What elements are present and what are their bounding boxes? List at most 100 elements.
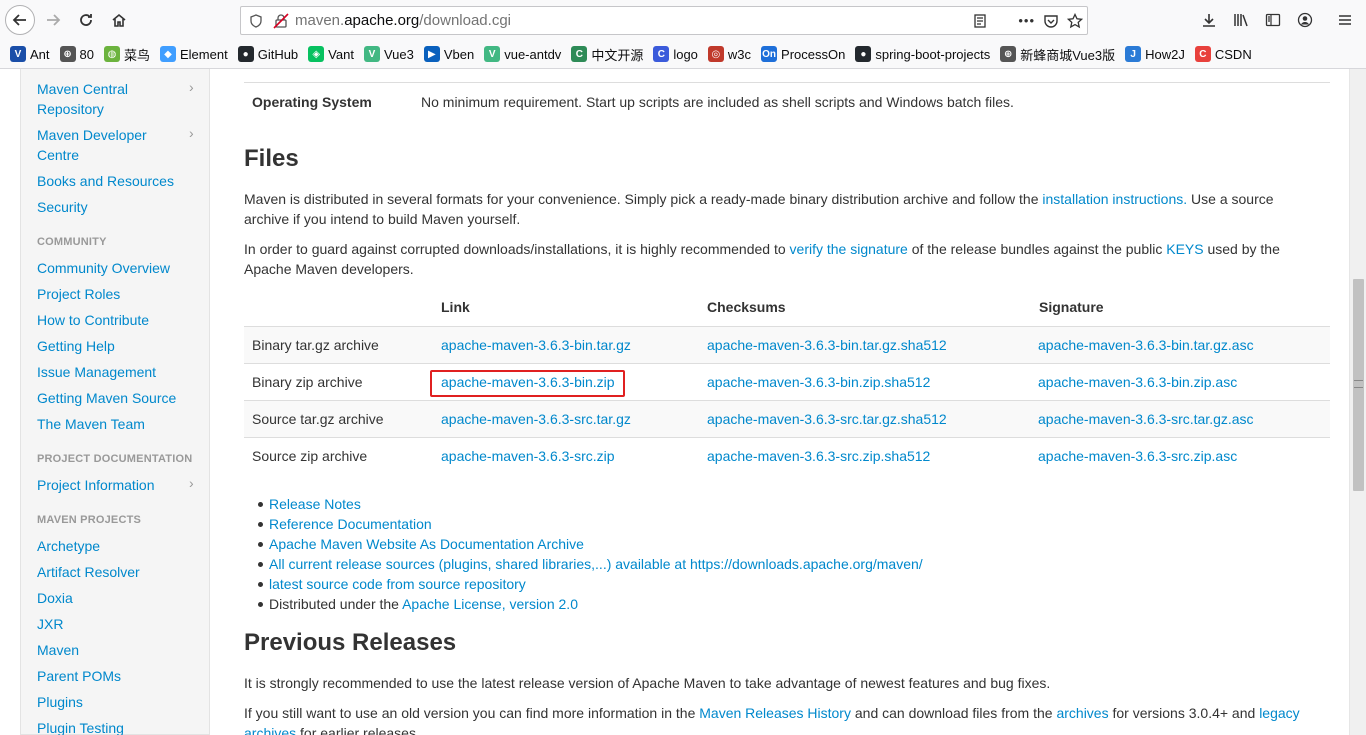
sidebar-item-plugin-testing[interactable]: Plugin Testing xyxy=(37,718,202,735)
sidebar-item-books-and-resources[interactable]: Books and Resources xyxy=(37,171,202,191)
sidebar-toggle-button[interactable] xyxy=(1260,5,1286,35)
sidebar-item-project-roles[interactable]: Project Roles xyxy=(37,284,202,304)
checksum-link[interactable]: apache-maven-3.6.3-src.zip.sha512 xyxy=(707,448,930,464)
bookmark-item[interactable]: V Vue3 xyxy=(363,46,414,62)
apache-license-link[interactable]: Apache License, version 2.0 xyxy=(402,596,578,612)
page-actions-icon[interactable]: ••• xyxy=(1018,13,1035,28)
url-text[interactable]: maven.apache.org/download.cgi xyxy=(295,12,511,29)
legacy-archives-link[interactable]: legacy xyxy=(1259,705,1299,721)
bookmark-item[interactable]: ◈ Vant xyxy=(308,46,354,62)
forward-button[interactable] xyxy=(38,5,68,35)
home-button[interactable] xyxy=(104,5,134,35)
bookmark-label: logo xyxy=(673,46,698,62)
bookmark-item[interactable]: ⊕ 80 xyxy=(59,46,94,62)
sidebar-item-doxia[interactable]: Doxia xyxy=(37,588,202,608)
pocket-icon[interactable] xyxy=(1043,13,1059,29)
signature-link[interactable]: apache-maven-3.6.3-src.zip.asc xyxy=(1038,448,1237,464)
bookmark-favicon-icon: ⊕ xyxy=(59,46,76,62)
installation-instructions-link[interactable]: installation instructions. xyxy=(1042,191,1187,207)
source-repository-link[interactable]: latest source code from source repositor… xyxy=(269,576,526,592)
text: Use a source xyxy=(1187,191,1274,207)
menu-button[interactable] xyxy=(1332,5,1358,35)
sidebar-item-plugins[interactable]: Plugins xyxy=(37,692,202,712)
sidebar-item-the-maven-team[interactable]: The Maven Team xyxy=(37,414,202,434)
checksum-link[interactable]: apache-maven-3.6.3-bin.zip.sha512 xyxy=(707,374,930,390)
download-link[interactable]: apache-maven-3.6.3-src.tar.gz xyxy=(441,411,631,427)
sidebar-item-community-overview[interactable]: Community Overview xyxy=(37,258,202,278)
legacy-archives-link-cont[interactable]: archives xyxy=(244,725,296,735)
chevron-right-icon[interactable]: › xyxy=(189,475,194,491)
bookmark-item[interactable]: ⊕ 新蜂商城Vue3版 xyxy=(1000,45,1115,64)
download-link-binary-zip[interactable]: apache-maven-3.6.3-bin.zip xyxy=(441,374,615,390)
sidebar-item-project-information[interactable]: Project Information xyxy=(37,475,202,495)
signature-link[interactable]: apache-maven-3.6.3-bin.zip.asc xyxy=(1038,374,1237,390)
sidebar-item-getting-maven-source[interactable]: Getting Maven Source xyxy=(37,388,202,408)
verify-signature-link[interactable]: verify the signature xyxy=(790,241,908,257)
sidebar-item-maven-developer-centre[interactable]: Maven Developer Centre xyxy=(37,125,202,165)
bookmark-item[interactable]: C 中文开源 xyxy=(571,45,643,64)
bookmark-item[interactable]: ◍ 菜鸟 xyxy=(103,45,150,64)
sidebar-item-maven[interactable]: Maven xyxy=(37,640,202,660)
bookmark-item[interactable]: ▶ Vben xyxy=(423,46,475,62)
sidebar-item-security[interactable]: Security xyxy=(37,197,202,217)
sidebar-item-how-to-contribute[interactable]: How to Contribute xyxy=(37,310,202,330)
sidebar-item-archetype[interactable]: Archetype xyxy=(37,536,202,556)
download-link[interactable]: apache-maven-3.6.3-bin.tar.gz xyxy=(441,337,631,353)
release-sources-link[interactable]: All current release sources (plugins, sh… xyxy=(269,556,923,572)
download-link[interactable]: apache-maven-3.6.3-src.zip xyxy=(441,448,615,464)
bookmark-item[interactable]: On ProcessOn xyxy=(761,46,845,62)
files-heading: Files xyxy=(244,145,299,172)
bookmark-item[interactable]: Vvue-antdv xyxy=(484,46,561,62)
releases-history-link[interactable]: Maven Releases History xyxy=(699,705,851,721)
downloads-button[interactable] xyxy=(1196,5,1222,35)
bookmark-item[interactable]: ● GitHub xyxy=(237,46,298,62)
archive-type: Source tar.gz archive xyxy=(252,411,384,427)
bookmark-label: Vben xyxy=(443,46,475,62)
back-button[interactable] xyxy=(5,5,35,35)
archives-link[interactable]: archives xyxy=(1056,705,1108,721)
shield-icon[interactable] xyxy=(249,13,263,28)
sidebar-item-artifact-resolver[interactable]: Artifact Resolver xyxy=(37,562,202,582)
reference-documentation-link[interactable]: Reference Documentation xyxy=(269,516,432,532)
checksum-link[interactable]: apache-maven-3.6.3-src.tar.gz.sha512 xyxy=(707,411,947,427)
bookmark-item[interactable]: ◎ w3c xyxy=(707,46,751,62)
chevron-right-icon[interactable]: › xyxy=(189,125,194,141)
checksum-link[interactable]: apache-maven-3.6.3-bin.tar.gz.sha512 xyxy=(707,337,947,353)
bookmark-label: Element xyxy=(180,46,228,62)
bookmark-item[interactable]: ● spring-boot-projects xyxy=(855,46,990,62)
older-versions-paragraph: If you still want to use an old version … xyxy=(244,703,1314,735)
reader-view-icon[interactable] xyxy=(972,13,988,29)
sidebar-item-getting-help[interactable]: Getting Help xyxy=(37,336,202,356)
sidebar-header-project-documentation: PROJECT DOCUMENTATION xyxy=(37,453,193,465)
os-value: No minimum requirement. Start up scripts… xyxy=(421,94,1014,110)
signature-link[interactable]: apache-maven-3.6.3-src.tar.gz.asc xyxy=(1038,411,1254,427)
insecure-lock-icon[interactable] xyxy=(273,12,289,29)
library-button[interactable] xyxy=(1228,5,1254,35)
bookmark-star-icon[interactable] xyxy=(1067,12,1083,29)
account-button[interactable] xyxy=(1292,5,1318,35)
bookmark-item[interactable]: J How2J xyxy=(1125,46,1185,62)
text: If you still want to use an old version … xyxy=(244,705,700,721)
bookmark-item[interactable]: V Ant xyxy=(10,46,50,62)
sidebar-item-parent-poms[interactable]: Parent POMs xyxy=(37,666,202,686)
address-bar[interactable]: maven.apache.org/download.cgi ••• xyxy=(240,6,1088,35)
arrow-right-icon xyxy=(47,14,61,26)
keys-link[interactable]: KEYS xyxy=(1166,241,1203,257)
release-notes-link[interactable]: Release Notes xyxy=(269,496,361,512)
os-label: Operating System xyxy=(252,94,372,110)
bookmark-item[interactable]: C CSDN xyxy=(1194,46,1252,62)
hamburger-icon xyxy=(1339,15,1351,25)
list-item: Reference Documentation xyxy=(258,514,923,534)
bookmark-item[interactable]: Clogo xyxy=(653,46,698,62)
sidebar-item-issue-management[interactable]: Issue Management xyxy=(37,362,202,382)
chevron-right-icon[interactable]: › xyxy=(189,79,194,95)
reload-button[interactable] xyxy=(71,5,101,35)
table-row: Source zip archive apache-maven-3.6.3-sr… xyxy=(244,437,1330,474)
signature-link[interactable]: apache-maven-3.6.3-bin.tar.gz.asc xyxy=(1038,337,1254,353)
vertical-scrollbar[interactable] xyxy=(1349,69,1366,735)
sidebar-item-maven-central-repository[interactable]: Maven Central Repository xyxy=(37,79,202,119)
sidebar-item-jxr[interactable]: JXR xyxy=(37,614,202,634)
bookmark-item[interactable]: ◆ Element xyxy=(160,46,228,62)
documentation-archive-link[interactable]: Apache Maven Website As Documentation Ar… xyxy=(269,536,584,552)
reload-icon xyxy=(80,14,92,26)
